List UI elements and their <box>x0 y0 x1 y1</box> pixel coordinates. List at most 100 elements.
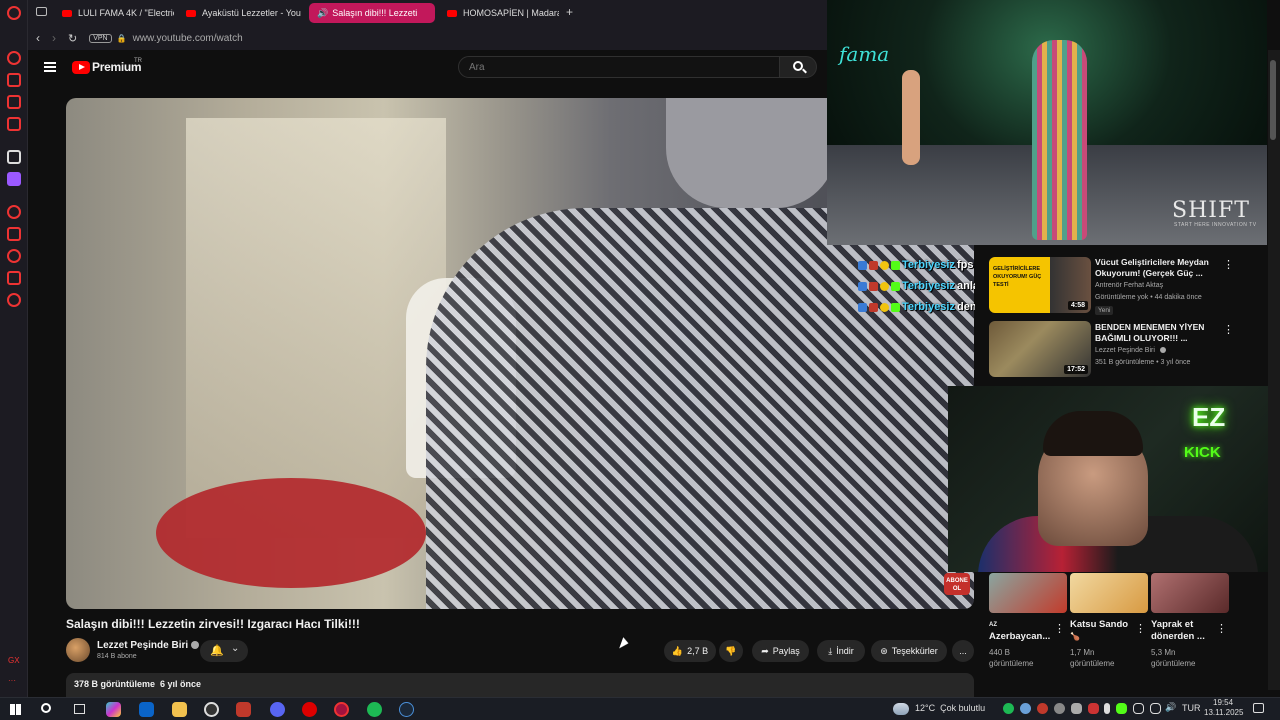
weather-text[interactable]: 12°C Çok bulutlu <box>915 703 985 713</box>
search-input[interactable] <box>458 56 780 78</box>
tray-app-icon[interactable] <box>1088 703 1099 714</box>
short-menu-icon[interactable] <box>1054 622 1065 635</box>
rec-thumbnail[interactable]: 17:52 <box>989 321 1091 377</box>
short-title[interactable]: Yaprak et dönerden ... <box>1151 619 1205 643</box>
short-thumbnail[interactable] <box>1151 573 1229 613</box>
tray-app-icon[interactable] <box>1133 703 1144 714</box>
scrollbar-thumb[interactable] <box>1270 60 1276 140</box>
view-count-date: 378 B görüntüleme 6 yıl önce <box>74 679 202 689</box>
outlook-icon[interactable] <box>139 702 154 717</box>
microphone-icon[interactable] <box>1104 703 1110 714</box>
extensions-icon[interactable] <box>7 271 21 285</box>
vpn-badge[interactable]: VPN <box>89 33 112 43</box>
tray-app-icon[interactable] <box>1054 703 1065 714</box>
windows-start-icon[interactable] <box>10 704 21 715</box>
neon-ez-sign: EZ <box>1192 402 1226 432</box>
tab-homosapien[interactable]: HOMOSAPİEN | Madara C <box>439 3 559 23</box>
notification-bell-button[interactable]: 🔔 ⌄ <box>200 640 248 662</box>
tray-spotify-icon[interactable] <box>1003 703 1014 714</box>
rec-menu-icon[interactable] <box>1223 323 1234 336</box>
search-button[interactable] <box>779 56 817 78</box>
messenger-icon[interactable] <box>7 95 21 109</box>
youtube-logo-icon[interactable] <box>72 61 90 74</box>
history-icon[interactable] <box>7 249 21 263</box>
short-menu-icon[interactable] <box>1216 622 1227 635</box>
share-button[interactable]: ➦ Paylaş <box>752 640 809 662</box>
short-thumbnail[interactable] <box>1070 573 1148 613</box>
like-button[interactable]: 👍 2,7 B <box>664 640 716 662</box>
clock-date[interactable]: 13.11.2025 <box>1204 708 1243 717</box>
rec-channel-text[interactable]: Lezzet Peşinde Biri <box>1095 347 1155 354</box>
rec-title[interactable]: BENDEN MENEMEN YİYEN BAĞIMLI OLUYOR!!! .… <box>1095 322 1215 344</box>
opera-gx-icon[interactable] <box>334 702 349 717</box>
network-icon[interactable] <box>1150 703 1161 714</box>
short-thumbnail[interactable] <box>989 573 1067 613</box>
tab-luli-fama[interactable]: LULI FAMA 4K / "Electric <box>54 3 174 23</box>
subscribe-watermark[interactable]: ABONE OL <box>944 573 970 595</box>
file-explorer-icon[interactable] <box>172 702 187 717</box>
runway-video-overlay[interactable]: fama SHIFT START HERE INNOVATION TV <box>827 0 1267 245</box>
description-box[interactable]: 378 B görüntüleme 6 yıl önce <box>66 673 974 697</box>
rec-channel[interactable]: Lezzet Peşinde Biri <box>1095 347 1166 354</box>
tab-search-icon[interactable] <box>36 7 47 16</box>
short-title[interactable]: Katsu Sando 🍗 <box>1070 619 1128 643</box>
copilot-icon[interactable] <box>106 702 121 717</box>
task-view-icon[interactable] <box>74 704 85 714</box>
thanks-label: Teşekkürler <box>891 646 938 656</box>
gx-corner-icon[interactable] <box>7 73 21 87</box>
url-field[interactable]: www.youtube.com/watch <box>133 33 243 44</box>
volume-icon[interactable]: 🔊 <box>1165 702 1176 713</box>
download-label: İndir <box>836 646 854 656</box>
obs-icon[interactable] <box>204 702 219 717</box>
player-icon[interactable] <box>7 205 21 219</box>
tray-app-icon[interactable] <box>1071 703 1082 714</box>
rec-meta: 351 B görüntüleme • 3 yıl önce <box>1095 359 1191 366</box>
short-title[interactable]: AZ Azerbaycan... <box>989 619 1050 643</box>
tab-salasin-dibi[interactable]: 🔊 Salaşın dibi!!! Lezzeti <box>309 3 435 23</box>
gmail-icon[interactable] <box>7 117 21 131</box>
dislike-button[interactable]: 👎 <box>719 640 743 662</box>
chat-username: Terbiyesiz <box>902 259 955 271</box>
speaker-icon[interactable]: 🔊 <box>317 8 328 19</box>
notifications-icon[interactable] <box>1253 703 1264 713</box>
forward-icon[interactable]: › <box>52 31 56 45</box>
tray-app-icon[interactable] <box>1037 703 1048 714</box>
rec-thumbnail[interactable]: GELİŞTİRİCİLERE OKUYORUM! GÜÇ TESTİ 4:58 <box>989 257 1091 313</box>
gx-control-icon[interactable] <box>7 51 21 65</box>
thanks-button[interactable]: ⊛ Teşekkürler <box>871 640 947 662</box>
video-editor-icon[interactable] <box>236 702 251 717</box>
new-tab-button[interactable]: + <box>566 5 573 19</box>
discord-icon[interactable] <box>270 702 285 717</box>
short-views-line: 5,3 Mn <box>1151 648 1176 657</box>
rec-channel[interactable]: Antrenör Ferhat Aktaş <box>1095 282 1163 289</box>
opera-icon[interactable] <box>302 702 317 717</box>
rec-menu-icon[interactable] <box>1223 258 1234 271</box>
tray-nvidia-icon[interactable] <box>1116 703 1127 714</box>
channel-avatar[interactable] <box>66 638 90 662</box>
rec-title[interactable]: Vücut Geliştiricilere Meydan Okuyorum! (… <box>1095 257 1215 279</box>
opera-logo-icon[interactable] <box>7 6 21 20</box>
weather-icon[interactable] <box>893 703 909 715</box>
channel-name-text[interactable]: Lezzet Peşinde Biri <box>97 640 188 651</box>
twitch-icon[interactable] <box>7 172 21 186</box>
channel-name[interactable]: Lezzet Peşinde Biri <box>97 640 200 651</box>
ai-icon[interactable] <box>7 150 21 164</box>
back-icon[interactable]: ‹ <box>36 31 40 45</box>
search-icon[interactable] <box>41 703 51 713</box>
input-language[interactable]: TUR <box>1182 703 1201 713</box>
settings-icon[interactable] <box>7 293 21 307</box>
clock-time[interactable]: 19:54 <box>1213 698 1233 707</box>
reload-icon[interactable]: ↻ <box>68 32 77 45</box>
hamburger-menu-icon[interactable] <box>44 62 56 72</box>
tray-telegram-icon[interactable] <box>1020 703 1031 714</box>
tab-ayakustu-lezzetler[interactable]: Ayaküstü Lezzetler - You <box>178 3 306 23</box>
steam-icon[interactable] <box>399 702 414 717</box>
more-actions-button[interactable]: ... <box>952 640 974 662</box>
bookmarks-icon[interactable] <box>7 227 21 241</box>
page-scrollbar[interactable] <box>1268 50 1280 690</box>
short-menu-icon[interactable] <box>1135 622 1146 635</box>
spotify-icon[interactable] <box>367 702 382 717</box>
download-button[interactable]: ⤓ İndir <box>817 640 865 662</box>
more-icon[interactable]: ··· <box>8 676 16 685</box>
channel-subscribers: 814 B abone <box>97 653 137 660</box>
